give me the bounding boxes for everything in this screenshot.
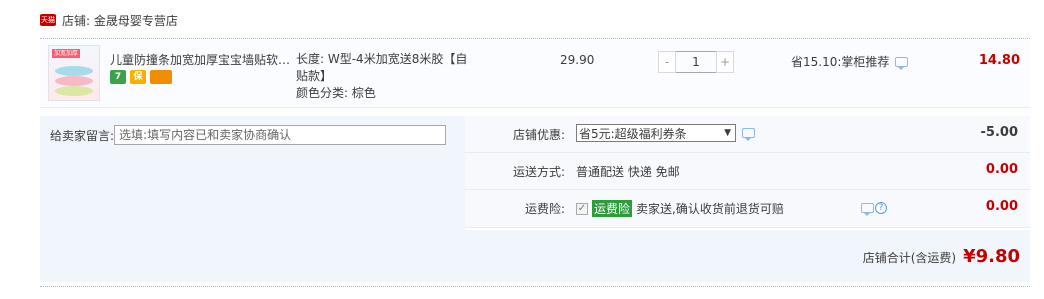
product-spec: 长度: W型-4米加宽送8米胶【自贴款】 颜色分类: 棕色	[296, 51, 476, 102]
chat-bubble-icon[interactable]	[861, 203, 874, 216]
discount-label: 店铺优惠:	[512, 128, 565, 142]
chat-bubble-icon[interactable]	[742, 128, 755, 141]
product-title-link[interactable]: 儿童防撞条加宽加厚宝宝墙贴软…	[110, 51, 290, 68]
dropdown-arrow-icon: ▼	[724, 128, 731, 138]
freight-insurance-tag: 运费险	[592, 200, 633, 217]
shop-total-label: 店铺合计(含运费)	[862, 251, 957, 265]
credit-card-icon[interactable]	[150, 70, 172, 84]
discount-row: 店铺优惠: 省5元:超级福利券条 ▼ -5.00	[465, 116, 1030, 153]
discount-selected-value: 省5元:超级福利券条	[579, 126, 687, 141]
chat-bubble-icon[interactable]	[895, 56, 909, 70]
discount-value: 省5元:超级福利券条 ▼	[576, 124, 755, 142]
freight-insurance-amount: 0.00	[985, 199, 1018, 214]
message-label: 给卖家留言:	[50, 128, 115, 143]
promotion-info: 省15.10:掌柜推荐	[791, 53, 909, 70]
order-summary-panel: 店铺优惠: 省5元:超级福利券条 ▼ -5.00 运送方式: 普通配送 快递 免…	[465, 116, 1030, 230]
shop-name-link[interactable]: 店铺: 金晟母婴专营店	[62, 12, 178, 29]
freight-insurance-checkbox[interactable]: ✓	[576, 202, 588, 215]
spec-length: 长度: W型-4米加宽送8米胶【自贴款】	[296, 52, 468, 83]
shop-header: 天猫 店铺: 金晟母婴专营店	[40, 11, 178, 29]
shipping-amount: 0.00	[985, 162, 1018, 177]
cart-item-row: 加宽加厚 儿童防撞条加宽加厚宝宝墙贴软… 7 保 长度: W型-4米加宽送8米胶…	[40, 38, 1030, 108]
promotion-text: 省15.10:掌柜推荐	[791, 55, 890, 69]
product-image-strip	[55, 66, 93, 76]
shipping-method: 普通配送 快递 免邮	[576, 165, 680, 179]
message-input[interactable]: 选填:填写内容已和卖家协商确认	[114, 125, 447, 145]
seller-message: 给卖家留言: 选填:填写内容已和卖家协商确认	[50, 125, 447, 145]
discount-amount: -5.00	[980, 125, 1018, 140]
freight-insurance-label: 运费险:	[524, 202, 565, 216]
order-options-panel: 给卖家留言: 选填:填写内容已和卖家协商确认 店铺优惠: 省5元:超级福利券条 …	[40, 116, 1030, 282]
freight-insurance-row: 运费险: ✓ 运费险 卖家送,确认收货前退货可赔 ? 0.00	[465, 190, 1030, 228]
product-image-strip	[55, 76, 93, 86]
shop-total: 店铺合计(含运费) ¥9.80	[863, 246, 1020, 267]
shop-total-value: ¥9.80	[963, 246, 1020, 267]
service-badges: 7 保	[110, 70, 172, 84]
decrease-quantity-button[interactable]: -	[658, 51, 676, 73]
unit-price: 29.90	[560, 53, 595, 67]
product-image-strip	[55, 86, 93, 96]
thumbnail-label: 加宽加厚	[52, 49, 81, 58]
tmall-icon: 天猫	[40, 14, 56, 26]
quantity-stepper: - 1 +	[658, 51, 734, 73]
7-day-return-icon[interactable]: 7	[110, 70, 126, 84]
help-icon[interactable]: ?	[875, 202, 887, 214]
freight-icons: ?	[855, 202, 887, 216]
freight-insurance-text: 卖家送,确认收货前退货可赔	[636, 202, 784, 216]
guarantee-icon[interactable]: 保	[130, 70, 146, 84]
item-subtotal: 14.80	[978, 53, 1020, 68]
quantity-input[interactable]: 1	[676, 51, 716, 73]
divider	[40, 286, 1030, 287]
shipping-label: 运送方式:	[512, 165, 565, 179]
increase-quantity-button[interactable]: +	[716, 51, 734, 73]
product-thumbnail[interactable]: 加宽加厚	[48, 45, 100, 101]
discount-select[interactable]: 省5元:超级福利券条 ▼	[576, 124, 736, 142]
freight-insurance-value: ✓ 运费险 卖家送,确认收货前退货可赔	[576, 200, 784, 217]
shipping-row: 运送方式: 普通配送 快递 免邮 0.00	[465, 153, 1030, 190]
spec-color: 颜色分类: 棕色	[296, 86, 376, 100]
